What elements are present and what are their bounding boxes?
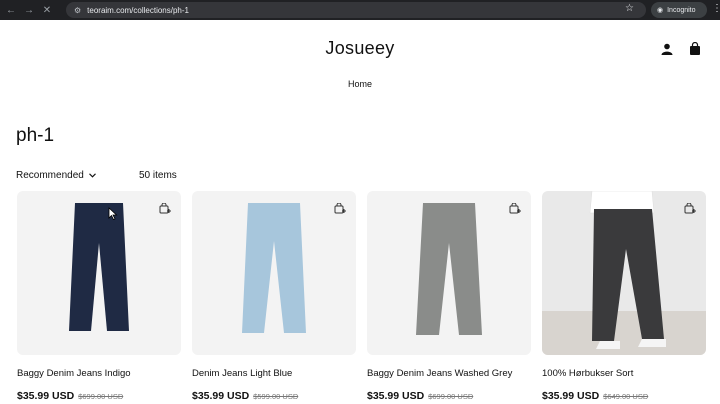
address-bar[interactable]: ⚙ teoraim.com/collections/ph-1 (66, 2, 646, 18)
product-name[interactable]: Denim Jeans Light Blue (192, 368, 292, 379)
quick-add-bag-icon[interactable] (334, 203, 346, 214)
incognito-badge[interactable]: ◉ Incognito (651, 2, 707, 18)
shopping-bag-icon[interactable] (689, 42, 701, 55)
product-image[interactable] (367, 191, 531, 355)
product-price: $35.99 USD $699.00 USD (17, 390, 123, 402)
bookmark-star-icon[interactable]: ☆ (625, 3, 634, 14)
product-image[interactable] (192, 191, 356, 355)
item-count: 50 items (139, 170, 177, 181)
compare-at-price: $599.00 USD (253, 392, 299, 401)
incognito-label: Incognito (667, 6, 696, 14)
product-card[interactable]: Baggy Denim Jeans Washed Grey $35.99 USD… (367, 191, 531, 402)
sort-label: Recommended (16, 170, 84, 181)
quick-add-bag-icon[interactable] (509, 203, 521, 214)
browser-menu-icon[interactable]: ⋮ (712, 3, 720, 14)
jeans-image (69, 203, 129, 331)
product-image[interactable] (17, 191, 181, 355)
product-price: $35.99 USD $699.00 USD (367, 390, 473, 402)
product-image[interactable] (542, 191, 706, 355)
sale-price: $35.99 USD (367, 390, 425, 402)
product-price: $35.99 USD $649.00 USD (542, 390, 648, 402)
quick-add-bag-icon[interactable] (684, 203, 696, 214)
compare-at-price: $649.00 USD (603, 392, 649, 401)
sort-dropdown[interactable]: Recommended (16, 170, 96, 181)
product-price: $35.99 USD $599.00 USD (192, 390, 298, 402)
product-name[interactable]: Baggy Denim Jeans Indigo (17, 368, 131, 379)
address-bar-url: teoraim.com/collections/ph-1 (87, 5, 189, 15)
forward-arrow-icon[interactable]: → (20, 0, 38, 20)
mouse-cursor-icon (108, 207, 118, 220)
product-card[interactable]: Denim Jeans Light Blue $35.99 USD $599.0… (192, 191, 356, 402)
chevron-down-icon (88, 173, 96, 178)
store-logo[interactable]: Josueey (0, 38, 720, 59)
compare-at-price: $699.00 USD (428, 392, 474, 401)
product-name[interactable]: Baggy Denim Jeans Washed Grey (367, 368, 512, 379)
product-card[interactable]: 100% Hørbukser Sort $35.99 USD $649.00 U… (542, 191, 706, 402)
quick-add-bag-icon[interactable] (159, 203, 171, 214)
product-card[interactable]: Baggy Denim Jeans Indigo $35.99 USD $699… (17, 191, 181, 402)
compare-at-price: $699.00 USD (78, 392, 124, 401)
sale-price: $35.99 USD (192, 390, 250, 402)
site-settings-icon[interactable]: ⚙ (74, 6, 81, 15)
sale-price: $35.99 USD (17, 390, 75, 402)
model-wearing-trousers-image (542, 191, 706, 355)
stop-loading-icon[interactable]: ✕ (38, 0, 56, 20)
incognito-icon: ◉ (657, 7, 664, 14)
collection-title: ph-1 (16, 125, 55, 146)
jeans-image (242, 203, 306, 333)
nav-home-link[interactable]: Home (0, 79, 720, 89)
product-name[interactable]: 100% Hørbukser Sort (542, 368, 633, 379)
sale-price: $35.99 USD (542, 390, 600, 402)
back-arrow-icon[interactable]: ← (2, 0, 20, 20)
jeans-image (416, 203, 482, 335)
person-icon[interactable] (661, 43, 673, 55)
